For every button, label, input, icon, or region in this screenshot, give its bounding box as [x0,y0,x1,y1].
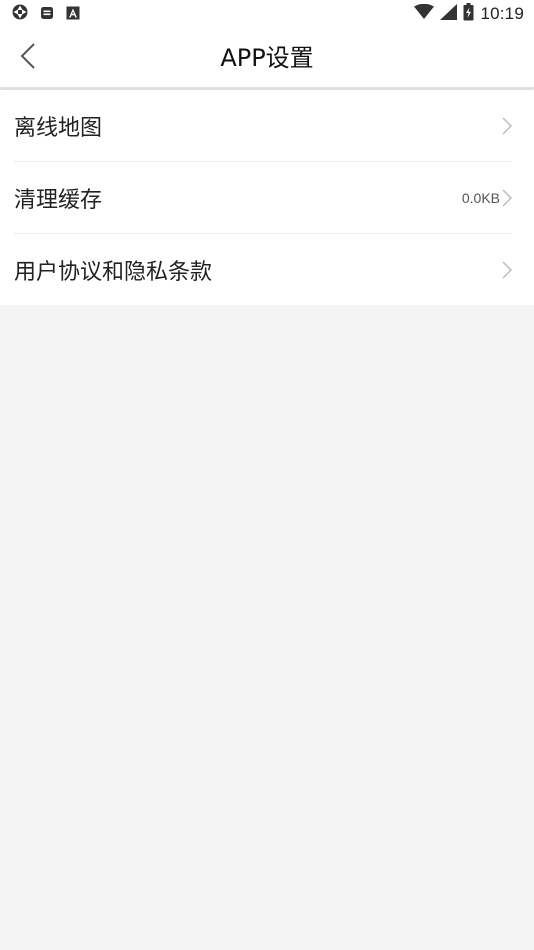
menu-item-label: 离线地图 [14,115,103,141]
status-left-icons [12,4,80,24]
menu-item-clear-cache[interactable]: 清理缓存 0.0KB [14,162,513,234]
aperture-icon [12,4,28,24]
battery-icon [463,3,474,25]
cache-size-value: 0.0KB [461,189,500,206]
status-time: 10:19 [480,4,524,23]
chevron-right-icon [502,260,513,279]
settings-menu-list: 离线地图 清理缓存 0.0KB 用户协议和隐私条款 [0,90,534,305]
chevron-right-icon [502,188,513,207]
menu-item-label: 清理缓存 [14,187,103,213]
wifi-icon [414,3,435,24]
menu-item-label: 用户协议和隐私条款 [14,259,213,285]
status-right-icons: 10:19 [414,3,524,25]
app-header: APP设置 [0,28,534,88]
font-a-icon [66,5,80,24]
message-icon [40,5,54,24]
menu-item-offline-map[interactable]: 离线地图 [14,90,513,162]
signal-icon [440,4,458,24]
status-bar: 10:19 [0,0,534,28]
page-title: APP设置 [220,44,314,72]
chevron-right-icon [502,116,513,135]
menu-item-user-agreement[interactable]: 用户协议和隐私条款 [14,234,513,305]
